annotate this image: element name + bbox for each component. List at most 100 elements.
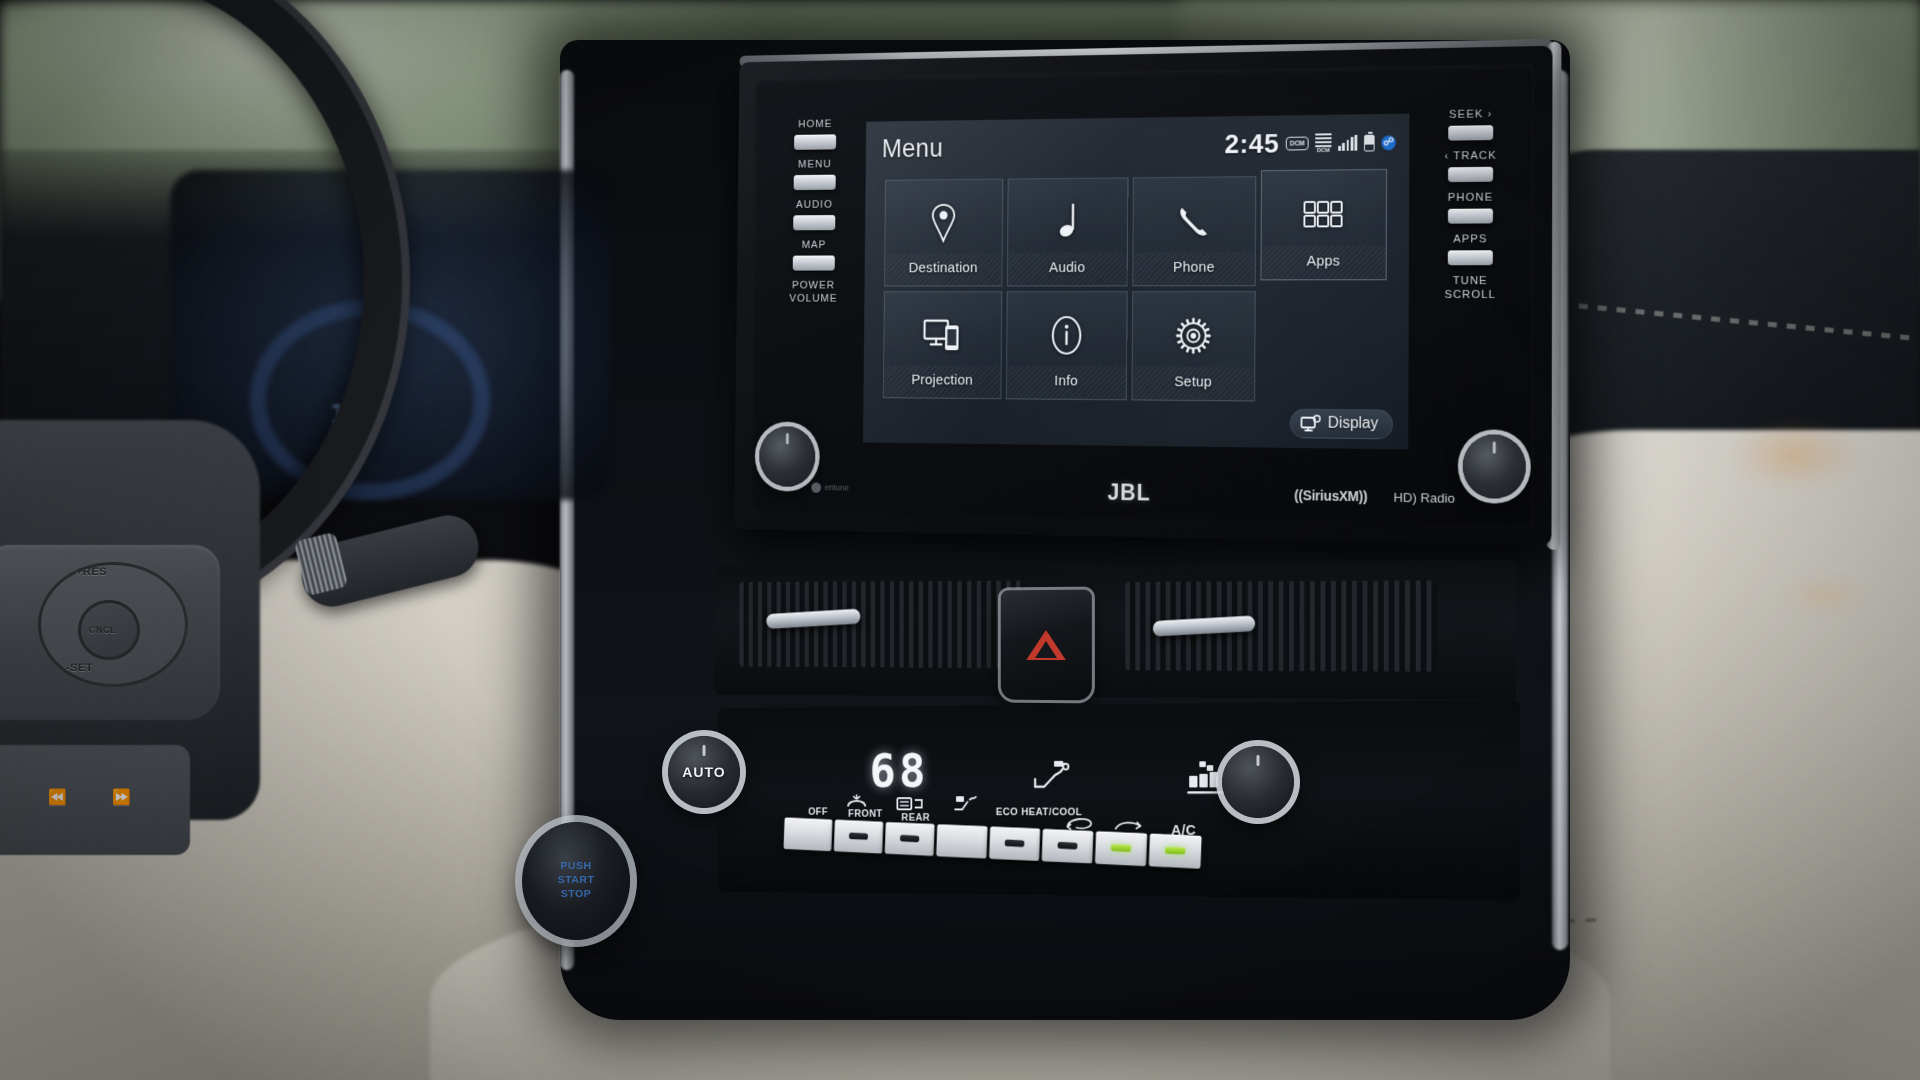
cruise-control-center[interactable]: CNCL xyxy=(78,600,140,660)
seat-mode-icon xyxy=(952,792,978,818)
temperature-display: 68 xyxy=(869,743,929,799)
push-start-line1: PUSH xyxy=(560,860,592,873)
front-defrost-icon xyxy=(845,793,867,816)
entune-logo: entune xyxy=(811,481,849,493)
media-next-button[interactable]: ⏩ xyxy=(112,788,131,806)
hardkey-map-label: MAP xyxy=(801,239,827,251)
push-start-label: PUSH START STOP xyxy=(558,860,595,902)
hardkey-menu[interactable]: MENU xyxy=(793,159,836,191)
push-start-line3: STOP xyxy=(560,887,592,900)
page-title: Menu xyxy=(881,133,944,163)
gear-icon xyxy=(1133,308,1255,365)
hardkey-phone-key[interactable] xyxy=(1447,208,1493,224)
climate-button-recirculate[interactable] xyxy=(1041,828,1094,864)
siriusxm-logo: ((SiriusXM)) xyxy=(1294,487,1368,505)
tile-setup-label: Setup xyxy=(1174,373,1212,391)
head-unit-bezel: HOME MENU AUDIO MAP POWER VOLUME SEEK › … xyxy=(749,63,1535,528)
hazard-light-button[interactable] xyxy=(1000,589,1092,701)
light-glint-lower xyxy=(1780,575,1870,615)
power-volume-label-line1: POWER xyxy=(792,279,836,292)
display-settings-icon xyxy=(1300,415,1321,433)
entune-dot-icon xyxy=(811,481,822,493)
climate-button-front-defrost[interactable] xyxy=(833,819,884,854)
tile-projection[interactable]: Projection xyxy=(882,291,1003,400)
led-indicator-active xyxy=(1110,844,1132,852)
climate-off-label: OFF xyxy=(808,806,828,818)
media-prev-button[interactable]: ⏪ xyxy=(48,788,67,806)
hardkey-phone[interactable]: PHONE xyxy=(1448,192,1493,224)
climate-button-rear-defrost[interactable] xyxy=(884,822,935,857)
hardkey-seek[interactable]: SEEK › xyxy=(1448,108,1494,141)
tile-setup[interactable]: Setup xyxy=(1131,291,1256,402)
cellular-signal-icon xyxy=(1338,134,1358,151)
bluetooth-icon: ☍ xyxy=(1381,134,1396,150)
cruise-resume-label: +RES xyxy=(76,566,108,578)
hardkey-map-key[interactable] xyxy=(792,255,835,271)
hardkey-track-key[interactable] xyxy=(1448,166,1494,183)
battery-icon xyxy=(1364,134,1375,152)
climate-button-seat-mode[interactable] xyxy=(936,824,988,859)
hardkey-home[interactable]: HOME xyxy=(794,118,837,150)
cruise-set-label: -SET xyxy=(66,662,94,674)
led-indicator xyxy=(900,834,920,843)
light-glint-right xyxy=(1730,420,1860,490)
hardkey-seek-key[interactable] xyxy=(1448,125,1494,141)
hardkey-track[interactable]: ‹ TRACK xyxy=(1444,150,1497,183)
climate-control-panel: 68 OFF FRONT REAR ECO HEAT/COOL A/C xyxy=(718,700,1520,900)
dcm-badge-icon: DCM xyxy=(1285,136,1309,151)
hardkey-phone-label: PHONE xyxy=(1447,191,1494,204)
entune-label: entune xyxy=(824,482,849,493)
power-volume-group: POWER VOLUME xyxy=(789,280,838,309)
steering-wheel-media-pad[interactable] xyxy=(0,745,190,855)
led-indicator xyxy=(849,832,869,840)
hardkey-apps-label: APPS xyxy=(1453,233,1488,246)
tile-destination-label: Destination xyxy=(908,259,978,277)
led-indicator xyxy=(1004,839,1025,848)
hardkey-audio-key[interactable] xyxy=(793,215,836,231)
phone-handset-icon xyxy=(1133,193,1255,250)
display-settings-label: Display xyxy=(1327,414,1379,433)
dcm-signal-icon: DCM xyxy=(1315,132,1332,154)
hardkey-home-label: HOME xyxy=(798,118,833,131)
tile-phone[interactable]: Phone xyxy=(1132,176,1257,287)
display-settings-button[interactable]: Display xyxy=(1289,408,1393,440)
auto-label: AUTO xyxy=(682,764,726,780)
tile-destination[interactable]: Destination xyxy=(884,178,1004,287)
hardkey-menu-key[interactable] xyxy=(793,174,836,191)
music-note-icon xyxy=(1008,194,1127,250)
tile-audio[interactable]: Audio xyxy=(1006,177,1129,287)
seat-airflow-icon xyxy=(1030,758,1071,801)
driver-temperature-knob[interactable]: AUTO xyxy=(668,736,740,808)
clock: 2:45 xyxy=(1224,128,1280,159)
climate-button-ac[interactable] xyxy=(1148,833,1202,869)
jbl-logo: JBL xyxy=(1107,478,1151,505)
tune-scroll-label-line2: SCROLL xyxy=(1444,288,1497,301)
hardkey-home-key[interactable] xyxy=(794,134,837,150)
tile-projection-label: Projection xyxy=(911,371,973,389)
hardkey-audio[interactable]: AUDIO xyxy=(793,199,836,231)
hardkey-apps[interactable]: APPS xyxy=(1447,233,1493,266)
tile-info[interactable]: Info xyxy=(1005,291,1128,401)
infotainment-screen[interactable]: Menu 2:45 DCM DCM ☍ Destination Audio Ph… xyxy=(862,113,1410,450)
hazard-button-housing xyxy=(1000,589,1092,701)
right-hardkey-column: SEEK › ‹ TRACK PHONE APPS TUNE SCROLL xyxy=(1422,108,1519,316)
screen-status-bar: Menu 2:45 DCM DCM ☍ xyxy=(866,114,1410,177)
car-interior-scene: 120 CNCL +RES -SET ⏪ ⏩ HOME MENU AUDIO M… xyxy=(0,0,1920,1080)
hardkey-map[interactable]: MAP xyxy=(792,239,835,271)
fan-speed-icon xyxy=(1185,759,1228,807)
led-indicator xyxy=(1057,841,1078,850)
dcm-signal-label: DCM xyxy=(1316,147,1330,154)
tile-apps[interactable]: Apps xyxy=(1260,168,1388,281)
climate-button-off[interactable] xyxy=(783,817,833,852)
climate-button-eco[interactable] xyxy=(988,826,1040,862)
app-grid-icon xyxy=(1262,186,1386,244)
tune-scroll-label-line1: TUNE xyxy=(1452,275,1488,288)
infotainment-head-unit: HOME MENU AUDIO MAP POWER VOLUME SEEK › … xyxy=(734,38,1562,550)
tune-scroll-group: TUNE SCROLL xyxy=(1444,275,1496,306)
push-start-stop-button[interactable]: PUSH START STOP xyxy=(522,822,630,940)
passenger-temperature-knob[interactable] xyxy=(1222,746,1294,818)
center-air-vents xyxy=(714,560,1516,700)
tile-apps-label: Apps xyxy=(1306,252,1341,270)
climate-button-fresh-air[interactable] xyxy=(1094,831,1148,867)
hardkey-apps-key[interactable] xyxy=(1447,250,1493,266)
